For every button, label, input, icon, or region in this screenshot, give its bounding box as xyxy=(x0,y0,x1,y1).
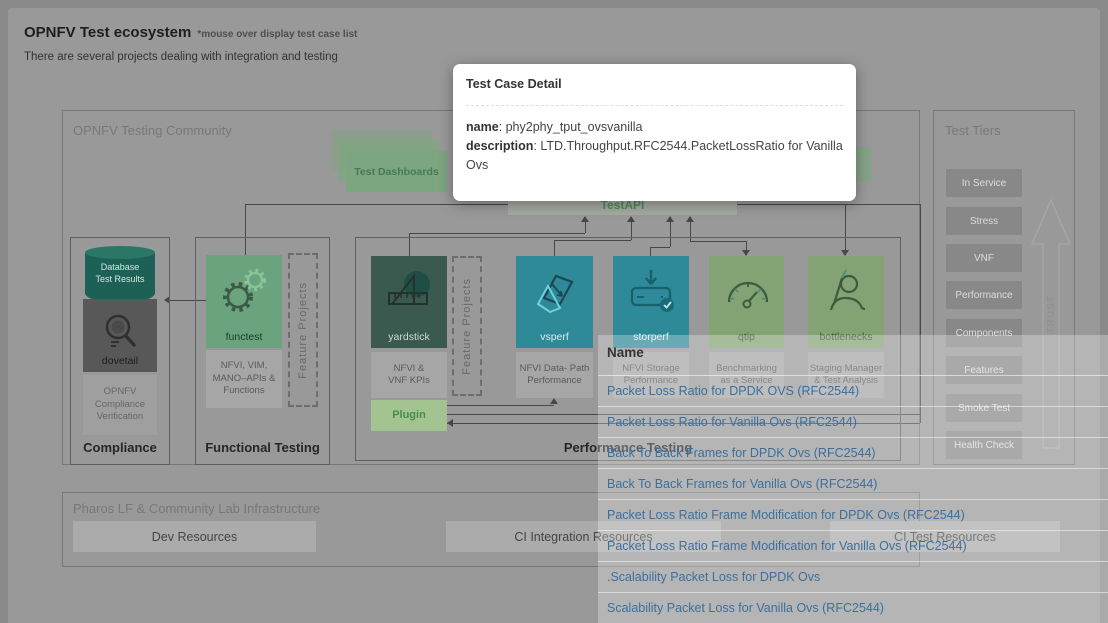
project-box-yardstick[interactable]: yardstick xyxy=(371,256,447,348)
tier-stress: Stress xyxy=(946,207,1022,235)
test-case-link[interactable]: Packet Loss Ratio Frame Modification for… xyxy=(607,508,965,522)
tier-performance: Performance xyxy=(946,281,1022,309)
test-case-link[interactable]: Packet Loss Ratio for DPDK OVS (RFC2544) xyxy=(607,384,859,398)
functional-feature-projects: Feature Projects xyxy=(288,253,318,407)
connector xyxy=(245,204,508,205)
test-case-list-header: Name xyxy=(598,335,1108,376)
arrowhead-up xyxy=(686,216,694,222)
dev-resources-box: Dev Resources xyxy=(73,521,316,552)
planes-icon xyxy=(530,268,580,316)
pharos-title: Pharos LF & Community Lab Infrastructure xyxy=(73,501,320,516)
compliance-label: Compliance xyxy=(70,440,170,455)
connector xyxy=(585,222,586,233)
test-case-detail-popup: Test Case Detail name: phy2phy_tput_ovsv… xyxy=(453,64,856,201)
page: OPNFV Test ecosystem *mouse over display … xyxy=(0,0,1108,623)
vsperf-description: NFVI Data- Path Performance xyxy=(516,352,593,398)
test-case-row[interactable]: Back To Back Frames for Vanilla Ovs (RFC… xyxy=(598,469,1108,500)
test-case-row[interactable]: Scalability Packet Loss for Vanilla Ovs … xyxy=(598,593,1108,623)
test-case-link[interactable]: Packet Loss Ratio Frame Modification for… xyxy=(607,539,967,553)
test-case-link[interactable]: Back To Back Frames for DPDK Ovs (RFC254… xyxy=(607,446,876,460)
plugin-box[interactable]: Plugin xyxy=(371,400,447,431)
popup-name-value: : phy2phy_tput_ovsvanilla xyxy=(499,120,643,134)
popup-description-label: description xyxy=(466,139,533,153)
connector xyxy=(737,204,920,205)
popup-title: Test Case Detail xyxy=(466,77,843,91)
test-case-row[interactable]: Packet Loss Ratio Frame Modification for… xyxy=(598,531,1108,562)
tier-vnf: VNF xyxy=(946,244,1022,272)
hover-hint: *mouse over display test case list xyxy=(197,29,357,40)
popup-description-line: description: LTD.Throughput.RFC2544.Pack… xyxy=(466,137,843,175)
yardstick-description: NFVI & VNF KPIs xyxy=(371,352,447,398)
magnifier-icon xyxy=(99,311,141,355)
connector xyxy=(409,233,585,234)
project-label: dovetail xyxy=(83,355,157,367)
trust-label: TRUST xyxy=(1046,295,1057,333)
test-case-link[interactable]: .Scalability Packet Loss for DPDK Ovs xyxy=(607,570,820,584)
person-icon xyxy=(819,268,873,318)
test-case-list: Name Packet Loss Ratio for DPDK OVS (RFC… xyxy=(598,335,1108,623)
test-case-row[interactable]: Packet Loss Ratio for DPDK OVS (RFC2544) xyxy=(598,376,1108,407)
test-case-row[interactable]: Back To Back Frames for DPDK Ovs (RFC254… xyxy=(598,438,1108,469)
test-case-link[interactable]: Back To Back Frames for Vanilla Ovs (RFC… xyxy=(607,477,877,491)
test-dashboards-box[interactable]: Test Dashboards xyxy=(346,151,447,192)
test-case-row[interactable]: Packet Loss Ratio Frame Modification for… xyxy=(598,500,1108,531)
arrowhead-up xyxy=(666,216,674,222)
gauge-icon xyxy=(721,268,773,316)
project-box-dovetail[interactable]: dovetail xyxy=(83,299,157,372)
arrowhead-up xyxy=(581,216,589,222)
test-case-row[interactable]: Packet Loss Ratio for Vanilla Ovs (RFC25… xyxy=(598,407,1108,438)
popup-separator xyxy=(466,105,843,106)
page-title: OPNFV Test ecosystem *mouse over display … xyxy=(24,24,357,41)
database-test-results: Database Test Results xyxy=(85,246,155,303)
page-title-text: OPNFV Test ecosystem xyxy=(24,24,191,41)
functional-label: Functional Testing xyxy=(195,440,330,455)
project-label: yardstick xyxy=(371,331,447,343)
database-cylinder-top xyxy=(85,246,155,259)
tier-in-service: In Service xyxy=(946,169,1022,197)
gears-icon xyxy=(219,267,269,315)
page-subtitle: There are several projects dealing with … xyxy=(24,51,338,63)
popup-body: name: phy2phy_tput_ovsvanilla descriptio… xyxy=(466,118,843,175)
test-case-link[interactable]: Scalability Packet Loss for Vanilla Ovs … xyxy=(607,601,884,615)
project-box-vsperf[interactable]: vsperf xyxy=(516,256,593,348)
compliance-description: OPNFV Compliance Verification xyxy=(83,375,157,435)
testing-community-title: OPNFV Testing Community xyxy=(73,123,232,138)
test-tiers-title: Test Tiers xyxy=(945,123,1001,138)
test-case-row[interactable]: .Scalability Packet Loss for DPDK Ovs xyxy=(598,562,1108,593)
project-label: vsperf xyxy=(516,331,593,343)
popup-name-line: name: phy2phy_tput_ovsvanilla xyxy=(466,118,843,137)
performance-feature-projects: Feature Projects xyxy=(452,256,482,396)
popup-name-label: name xyxy=(466,120,499,134)
project-box-functest[interactable]: functest xyxy=(206,255,282,348)
arrowhead-up xyxy=(627,216,635,222)
project-label: functest xyxy=(206,331,282,343)
storage-icon xyxy=(625,268,677,318)
feature-projects-label: Feature Projects xyxy=(297,282,309,379)
test-case-link[interactable]: Packet Loss Ratio for Vanilla Ovs (RFC25… xyxy=(607,415,857,429)
ruler-icon xyxy=(384,268,434,314)
database-label: Database Test Results xyxy=(85,261,155,285)
feature-projects-label: Feature Projects xyxy=(461,278,473,375)
functional-description: NFVI, VIM, MANO–APIs & Functions xyxy=(206,350,282,408)
